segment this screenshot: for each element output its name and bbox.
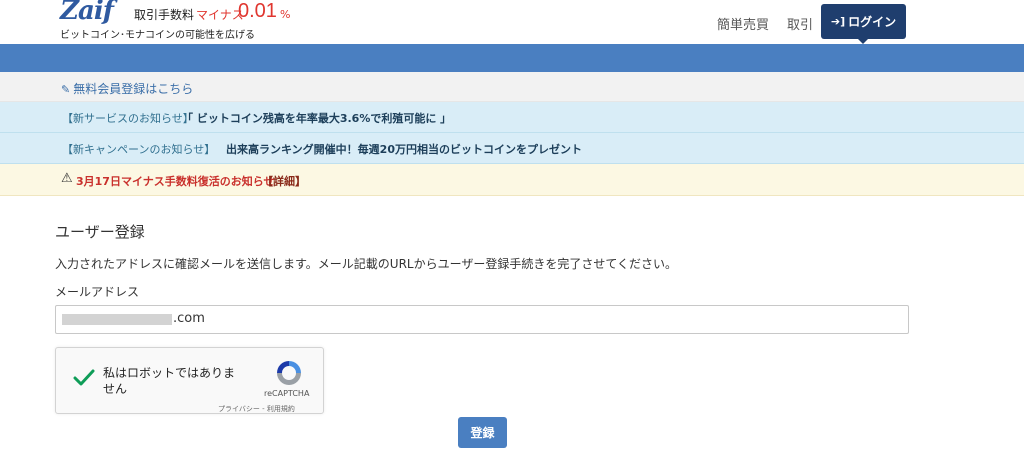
- recaptcha-widget: 私はロボットではありません reCAPTCHA プライバシー - 利用規約: [55, 347, 324, 414]
- fee-percent: %: [280, 8, 291, 21]
- email-label: メールアドレス: [55, 285, 140, 299]
- recaptcha-icon: [277, 361, 301, 385]
- form-description: 入力されたアドレスに確認メールを送信します。メール記載のURLからユーザー登録手…: [55, 257, 678, 271]
- nav-trade[interactable]: 取引: [787, 14, 813, 33]
- email-redacted: [62, 314, 172, 325]
- check-icon[interactable]: [72, 366, 96, 390]
- fee-label: 取引手数料: [134, 8, 195, 22]
- notice-tag: 【新サービスのお知らせ】: [62, 112, 194, 125]
- warning-banner: ⚠ 3月17日マイナス手数料復活のお知らせ 【詳細】: [0, 164, 1024, 196]
- fee-rate: 0.01: [238, 0, 277, 22]
- register-button[interactable]: 登録: [458, 417, 507, 448]
- nav-simple-trade[interactable]: 簡単売買: [717, 14, 769, 33]
- recaptcha-terms[interactable]: プライバシー - 利用規約: [218, 404, 295, 414]
- pencil-icon: ✎: [61, 83, 71, 96]
- register-strip: ✎ 無料会員登録はこちら: [0, 72, 1024, 102]
- warning-icon: ⚠: [61, 171, 73, 186]
- register-link[interactable]: ✎ 無料会員登録はこちら: [61, 80, 193, 97]
- notice-tag: 【新キャンペーンのお知らせ】: [62, 143, 216, 156]
- header: Zaif 取引手数料 マイナス 0.01 % ビットコイン･モナコインの可能性を…: [0, 0, 1024, 44]
- warning-text[interactable]: 3月17日マイナス手数料復活のお知らせ: [76, 173, 275, 189]
- email-value: .com: [173, 311, 205, 326]
- email-field[interactable]: .com: [55, 305, 909, 334]
- register-link-label: 無料会員登録はこちら: [73, 82, 194, 96]
- zaif-logo[interactable]: Zaif: [60, 0, 114, 26]
- notice-service[interactable]: 【新サービスのお知らせ】 「 ビットコイン残高を年率最大3.6%で利殖可能に 」: [0, 102, 1024, 133]
- notice-text[interactable]: 「 ビットコイン残高を年率最大3.6%で利殖可能に 」: [182, 110, 451, 126]
- login-label: ログイン: [848, 15, 897, 29]
- captcha-label: 私はロボットではありません: [103, 366, 236, 396]
- notice-campaign[interactable]: 【新キャンペーンのお知らせ】 出来高ランキング開催中！毎週20万円相当のビットコ…: [0, 133, 1024, 164]
- fee-minus: マイナス: [196, 8, 244, 22]
- tagline: ビットコイン･モナコインの可能性を広げる: [60, 30, 255, 41]
- notice-text[interactable]: 出来高ランキング開催中！毎週20万円相当のビットコインをプレゼント: [226, 141, 582, 157]
- login-icon: ➔]: [830, 15, 846, 28]
- page-title: ユーザー登録: [55, 223, 145, 241]
- login-button[interactable]: ➔] ログイン: [821, 4, 906, 39]
- nav-bar: [0, 44, 1024, 72]
- warning-detail-link[interactable]: 【詳細】: [262, 173, 306, 189]
- recaptcha-brand: reCAPTCHA: [264, 389, 310, 398]
